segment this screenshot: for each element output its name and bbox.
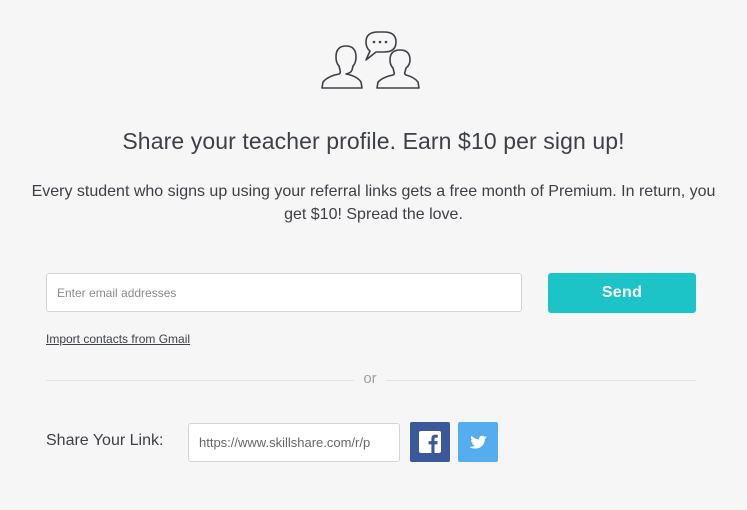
referral-description: Every student who signs up using your re… [31, 183, 716, 223]
referral-page: Share your teacher profile. Earn $10 per… [0, 0, 747, 510]
page-title: Share your teacher profile. Earn $10 per… [122, 128, 625, 154]
people-chat-icon [321, 31, 420, 89]
import-gmail-link[interactable]: Import contacts from Gmail [46, 332, 190, 346]
divider-or-text: or [363, 370, 377, 387]
facebook-icon [419, 431, 441, 453]
send-button[interactable]: Send [548, 273, 696, 313]
email-input[interactable] [46, 273, 522, 312]
divider-right [386, 380, 696, 381]
twitter-icon [469, 435, 488, 449]
share-link-label: Share Your Link: [46, 432, 164, 449]
twitter-share-button[interactable] [458, 422, 498, 462]
divider-left [46, 380, 354, 381]
facebook-share-button[interactable] [410, 422, 450, 462]
referral-link-field[interactable] [188, 423, 400, 462]
